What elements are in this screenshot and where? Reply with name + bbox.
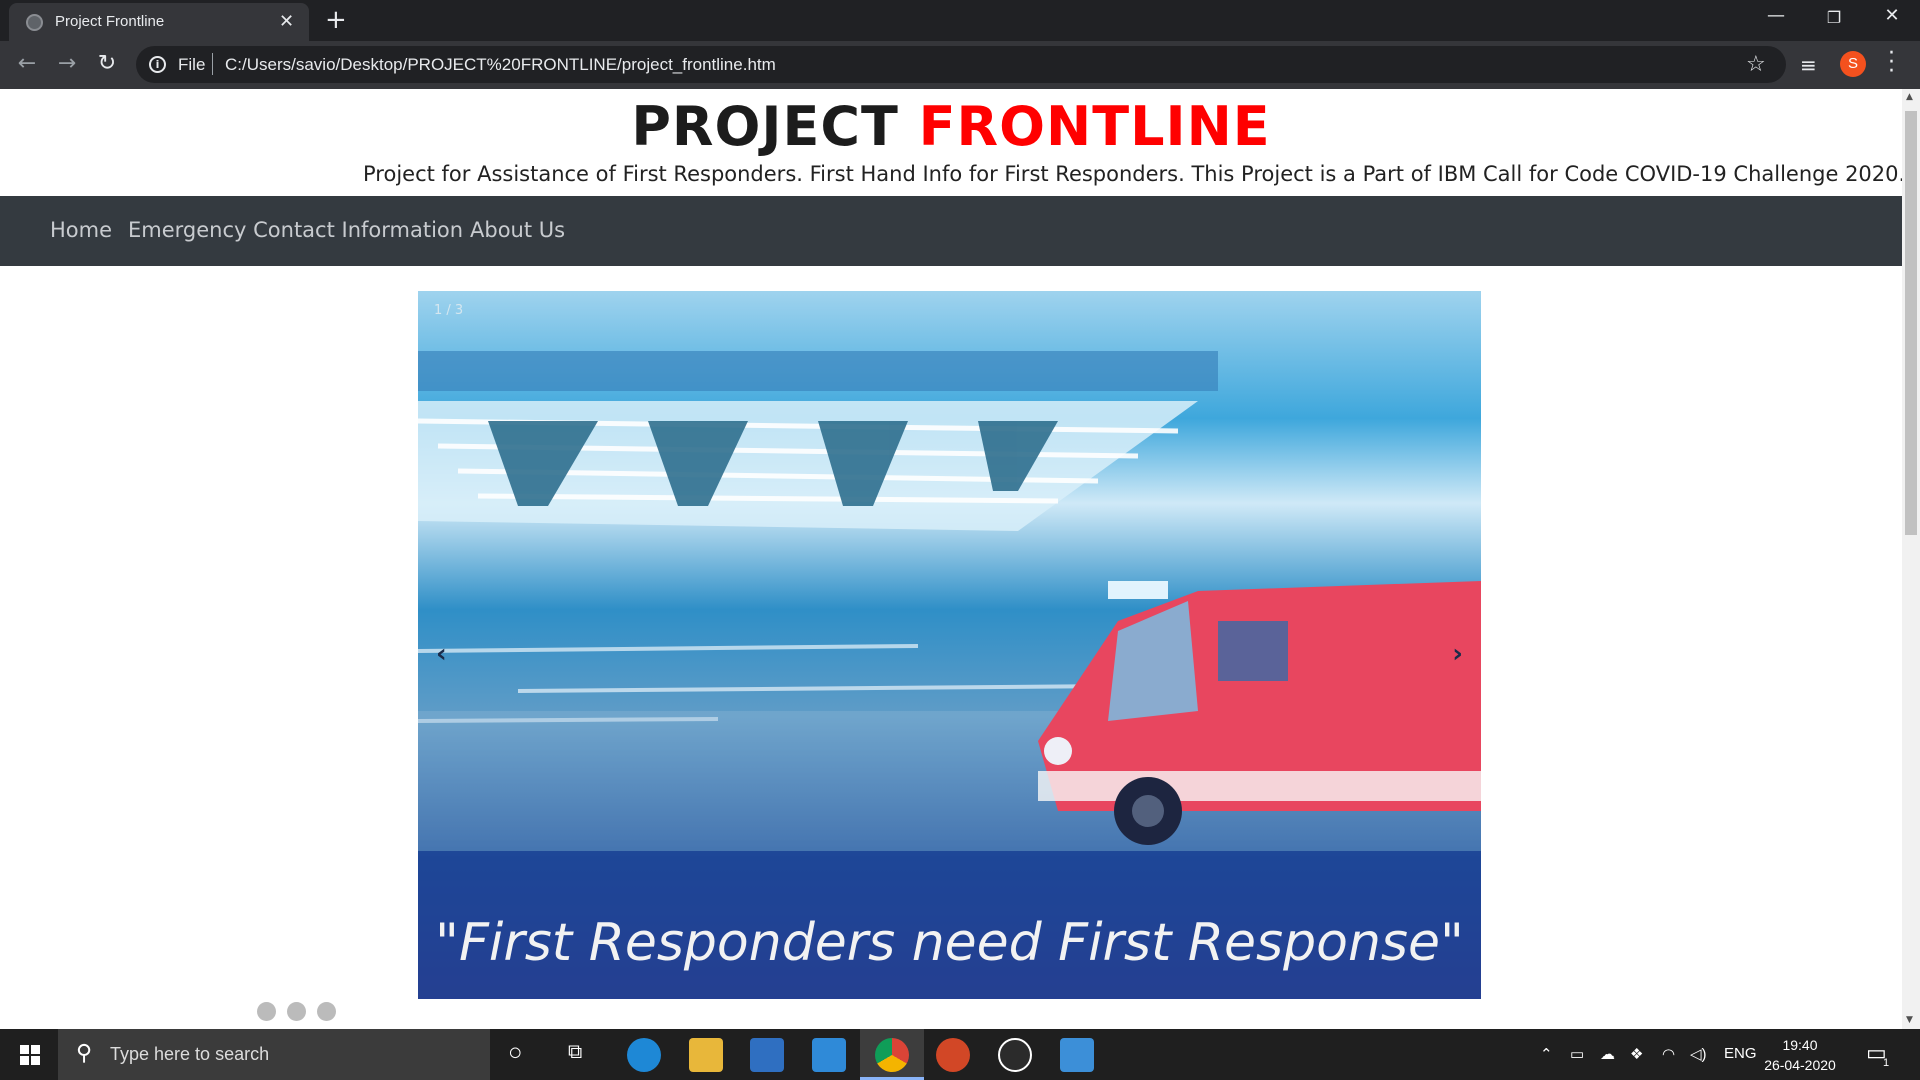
photos-icon[interactable] — [1060, 1038, 1094, 1072]
scroll-thumb[interactable] — [1905, 111, 1917, 535]
taskbar-clock[interactable]: 19:40 26-04-2020 — [1760, 1035, 1840, 1075]
search-icon: ⚲ — [76, 1041, 93, 1066]
nav-about-us[interactable]: About Us — [470, 218, 565, 242]
new-tab-button[interactable]: + — [325, 6, 347, 34]
slide-dot-2[interactable] — [287, 1002, 306, 1021]
store-icon[interactable] — [750, 1038, 784, 1072]
site-navbar: Home Emergency Contact Information About… — [0, 196, 1902, 266]
site-title-project: PROJECT — [631, 95, 899, 158]
edge-icon[interactable] — [627, 1038, 661, 1072]
xbox-icon[interactable] — [998, 1038, 1032, 1072]
globe-icon — [26, 14, 43, 31]
taskbar-search[interactable]: ⚲ Type here to search — [58, 1029, 490, 1080]
cortana-icon[interactable]: ○ — [508, 1039, 523, 1067]
window-close-icon[interactable]: ✕ — [1872, 5, 1912, 26]
reload-icon[interactable]: ↻ — [92, 51, 122, 76]
scroll-up-arrow[interactable]: ▲ — [1906, 92, 1913, 102]
site-title-frontline: FRONTLINE — [918, 95, 1271, 158]
nav-home[interactable]: Home — [50, 218, 112, 242]
clock-time: 19:40 — [1782, 1037, 1818, 1053]
nav-emergency-contact[interactable]: Emergency Contact Information — [128, 218, 463, 242]
back-icon[interactable]: ← — [12, 51, 42, 76]
url-text[interactable]: C:/Users/savio/Desktop/PROJECT%20FRONTLI… — [225, 55, 776, 75]
address-bar[interactable]: i File C:/Users/savio/Desktop/PROJECT%20… — [136, 46, 1786, 83]
clock-date: 26-04-2020 — [1764, 1057, 1836, 1073]
onedrive-icon[interactable]: ☁ — [1600, 1045, 1615, 1063]
notification-count: 1 — [1883, 1057, 1890, 1069]
url-scheme: File — [178, 55, 206, 74]
restore-icon[interactable]: ❐ — [1814, 8, 1854, 27]
powerpoint-icon[interactable] — [936, 1038, 970, 1072]
file-explorer-icon[interactable] — [689, 1038, 723, 1072]
battery-icon[interactable]: ▭ — [1570, 1045, 1584, 1063]
browser-tabstrip: Project Frontline ✕ + — ❐ ✕ — [0, 0, 1920, 41]
search-placeholder: Type here to search — [110, 1044, 270, 1064]
slide-number: 1 / 3 — [434, 303, 464, 318]
slide-dot-1[interactable] — [257, 1002, 276, 1021]
task-view-icon[interactable]: ⧉ — [568, 1041, 582, 1064]
browser-tab[interactable]: Project Frontline ✕ — [9, 3, 309, 41]
slideshow-image: 1 / 3 ‹ › "First Responders need First R… — [418, 291, 1481, 999]
bookmark-star-icon[interactable]: ☆ — [1746, 52, 1766, 77]
language-indicator[interactable]: ENG — [1724, 1045, 1757, 1062]
slide-caption: "First Responders need First Response" — [435, 913, 1464, 973]
slide-dot-3[interactable] — [317, 1002, 336, 1021]
slide-dots — [257, 1002, 347, 1025]
page-scrollbar[interactable]: ▲ ▼ — [1902, 89, 1920, 1029]
tab-title: Project Frontline — [55, 13, 165, 30]
prev-slide-button[interactable]: ‹ — [436, 639, 447, 669]
chrome-icon — [875, 1038, 909, 1072]
info-icon[interactable]: i — [149, 56, 166, 73]
tray-chevron-icon[interactable]: ⌃ — [1540, 1045, 1553, 1063]
forward-icon[interactable]: → — [52, 51, 82, 76]
url-divider — [212, 53, 213, 75]
wifi-icon[interactable]: ◠ — [1662, 1045, 1675, 1063]
mail-icon[interactable] — [812, 1038, 846, 1072]
close-tab-icon[interactable]: ✕ — [279, 11, 294, 32]
media-queue-icon[interactable]: ≡ — [1800, 53, 1817, 77]
dropbox-icon[interactable]: ❖ — [1630, 1045, 1643, 1063]
chrome-taskbar-active[interactable] — [860, 1029, 924, 1080]
minimize-icon[interactable]: — — [1756, 5, 1796, 26]
web-page: PROJECT FRONTLINE Project for Assistance… — [0, 89, 1902, 1029]
profile-avatar[interactable]: S — [1840, 51, 1866, 77]
browser-toolbar: ← → ↻ i File C:/Users/savio/Desktop/PROJ… — [0, 41, 1920, 89]
windows-taskbar: ⚲ Type here to search ○ ⧉ ⌃ ▭ ☁ ❖ ◠ ◁) E… — [0, 1029, 1920, 1080]
next-slide-button[interactable]: › — [1452, 639, 1463, 669]
marquee-text: Project for Assistance of First Responde… — [363, 162, 1902, 186]
volume-icon[interactable]: ◁) — [1690, 1045, 1707, 1063]
browser-menu-icon[interactable]: · · · — [1888, 43, 1898, 83]
scroll-down-arrow[interactable]: ▼ — [1906, 1015, 1913, 1025]
ambulance-scene — [418, 351, 1481, 999]
site-title: PROJECT FRONTLINE — [0, 95, 1902, 158]
ambulance-shape — [1038, 581, 1481, 845]
